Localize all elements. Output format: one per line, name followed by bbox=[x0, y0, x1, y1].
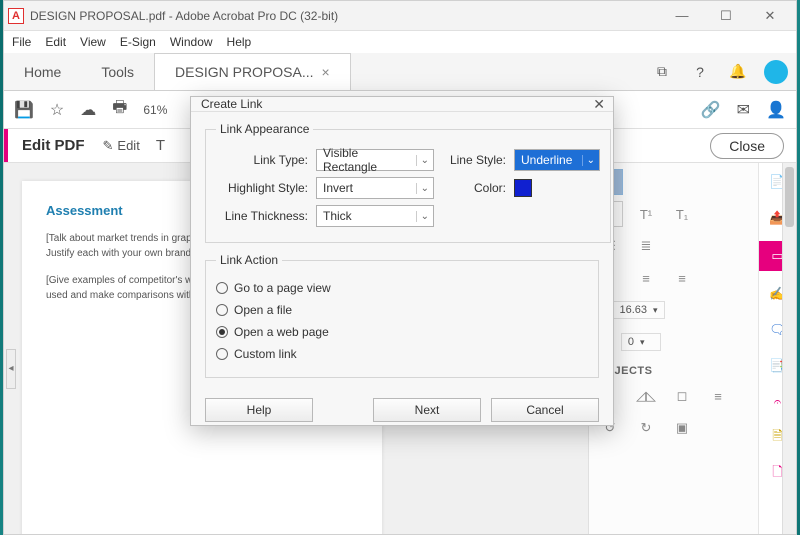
radio-icon bbox=[216, 304, 228, 316]
pink-accent bbox=[4, 129, 8, 162]
tab-home[interactable]: Home bbox=[4, 53, 81, 90]
close-editbar-button[interactable]: Close bbox=[710, 133, 784, 159]
line-spacing-field[interactable]: 16.63▾ bbox=[613, 301, 665, 319]
help-button[interactable]: Help bbox=[205, 398, 313, 422]
chevron-down-icon: ⌄ bbox=[582, 155, 595, 166]
menu-window[interactable]: Window bbox=[170, 35, 213, 49]
radio-web-page[interactable]: Open a web page bbox=[216, 321, 588, 343]
tabbar: Home Tools DESIGN PROPOSA... × ⧉ ? 🔔 bbox=[4, 53, 796, 91]
dialog-buttons: Help Next Cancel bbox=[191, 398, 613, 434]
window-controls: — ☐ ✕ bbox=[660, 2, 792, 30]
cloud-upload-icon[interactable]: ☁ bbox=[80, 100, 96, 120]
radio-icon bbox=[216, 326, 228, 338]
app-window: A DESIGN PROPOSAL.pdf - Adobe Acrobat Pr… bbox=[3, 0, 797, 535]
object-crop-icon[interactable]: ◻ bbox=[669, 383, 695, 409]
align-right-icon[interactable]: ≡ bbox=[669, 265, 695, 291]
titlebar: A DESIGN PROPOSAL.pdf - Adobe Acrobat Pr… bbox=[4, 1, 796, 31]
line-style-select[interactable]: Underline⌄ bbox=[514, 149, 600, 171]
dialog-close-button[interactable]: ✕ bbox=[593, 96, 605, 113]
screen-share-icon[interactable]: ⧉ bbox=[650, 60, 674, 84]
cancel-button[interactable]: Cancel bbox=[491, 398, 599, 422]
link-type-select[interactable]: Visible Rectangle⌄ bbox=[316, 149, 434, 171]
account-avatar[interactable] bbox=[764, 60, 788, 84]
editbar-title: Edit PDF bbox=[22, 137, 85, 154]
dialog-body: Link Appearance Link Type: Visible Recta… bbox=[191, 112, 613, 398]
tab-document[interactable]: DESIGN PROPOSA... × bbox=[154, 53, 351, 90]
tab-tools[interactable]: Tools bbox=[81, 53, 154, 90]
menu-file[interactable]: File bbox=[12, 35, 31, 49]
dialog-title: Create Link bbox=[201, 97, 262, 111]
star-icon[interactable]: ☆ bbox=[50, 100, 64, 120]
line-thickness-label: Line Thickness: bbox=[216, 209, 308, 223]
left-panel-handle[interactable]: ◂ bbox=[6, 349, 16, 389]
help-icon[interactable]: ? bbox=[688, 60, 712, 84]
number-list-icon[interactable]: ≣ bbox=[633, 233, 659, 259]
text-superscript-icon[interactable]: T¹ bbox=[633, 201, 659, 227]
app-name: Adobe Acrobat Pro DC (32-bit) bbox=[175, 9, 338, 23]
next-button[interactable]: Next bbox=[373, 398, 481, 422]
link-action-group: Link Action Go to a page view Open a fil… bbox=[205, 253, 599, 378]
object-arrange-icon[interactable]: ▣ bbox=[669, 415, 695, 441]
rotate-right-icon[interactable]: ↻ bbox=[633, 415, 659, 441]
chevron-down-icon: ▾ bbox=[653, 305, 658, 316]
bell-icon[interactable]: 🔔 bbox=[726, 60, 750, 84]
line-thickness-select[interactable]: Thick⌄ bbox=[316, 205, 434, 227]
text-subscript-icon[interactable]: T₁ bbox=[669, 201, 695, 227]
save-icon[interactable]: 💾 bbox=[14, 100, 34, 120]
minimize-button[interactable]: — bbox=[660, 2, 704, 30]
object-mirror-icon[interactable]: ◿◺ bbox=[633, 383, 659, 409]
object-align-icon[interactable]: ≡ bbox=[705, 383, 731, 409]
dialog-titlebar: Create Link ✕ bbox=[191, 97, 613, 112]
link-appearance-legend: Link Appearance bbox=[216, 122, 313, 136]
link-icon[interactable]: 🔗 bbox=[701, 100, 721, 120]
chevron-down-icon: ▾ bbox=[640, 337, 645, 348]
highlight-style-label: Highlight Style: bbox=[216, 181, 308, 195]
radio-icon bbox=[216, 348, 228, 360]
chevron-down-icon: ⌄ bbox=[416, 155, 429, 166]
menu-help[interactable]: Help bbox=[227, 35, 252, 49]
menubar: File Edit View E-Sign Window Help bbox=[4, 31, 796, 53]
acrobat-icon: A bbox=[8, 8, 24, 24]
radio-icon bbox=[216, 282, 228, 294]
line-style-label: Line Style: bbox=[442, 153, 506, 167]
create-link-dialog: Create Link ✕ Link Appearance Link Type:… bbox=[190, 96, 614, 426]
link-action-legend: Link Action bbox=[216, 253, 282, 267]
close-tab-icon[interactable]: × bbox=[322, 64, 330, 80]
mail-icon[interactable]: ✉ bbox=[737, 100, 750, 120]
maximize-button[interactable]: ☐ bbox=[704, 2, 748, 30]
menu-esign[interactable]: E-Sign bbox=[120, 35, 156, 49]
color-swatch[interactable] bbox=[514, 179, 532, 197]
radio-page-view[interactable]: Go to a page view bbox=[216, 277, 588, 299]
doc-name: DESIGN PROPOSAL.pdf bbox=[30, 9, 165, 23]
objects-section-label: OBJECTS bbox=[597, 365, 750, 377]
zoom-value[interactable]: 61% bbox=[143, 103, 167, 117]
radio-open-file[interactable]: Open a file bbox=[216, 299, 588, 321]
color-label: Color: bbox=[442, 181, 506, 195]
window-title: DESIGN PROPOSAL.pdf - Adobe Acrobat Pro … bbox=[30, 9, 660, 23]
scrollbar-thumb[interactable] bbox=[785, 167, 794, 227]
close-window-button[interactable]: ✕ bbox=[748, 2, 792, 30]
radio-custom-link[interactable]: Custom link bbox=[216, 343, 588, 365]
text-tool[interactable]: T bbox=[156, 137, 165, 154]
link-appearance-group: Link Appearance Link Type: Visible Recta… bbox=[205, 122, 611, 243]
chevron-down-icon: ⌄ bbox=[416, 183, 429, 194]
align-center-icon[interactable]: ≡ bbox=[633, 265, 659, 291]
panel-scrollbar[interactable] bbox=[782, 163, 796, 534]
chevron-down-icon: ⌄ bbox=[416, 211, 429, 222]
highlight-style-select[interactable]: Invert⌄ bbox=[316, 177, 434, 199]
print-icon[interactable]: 🖶 bbox=[112, 96, 127, 123]
pencil-icon: ✎ bbox=[103, 138, 114, 154]
char-spacing-field[interactable]: 0▾ bbox=[621, 333, 661, 351]
profile-icon[interactable]: 👤 bbox=[766, 100, 786, 120]
link-type-label: Link Type: bbox=[216, 153, 308, 167]
menu-edit[interactable]: Edit bbox=[45, 35, 66, 49]
edit-tool[interactable]: ✎Edit bbox=[103, 138, 140, 154]
menu-view[interactable]: View bbox=[80, 35, 106, 49]
